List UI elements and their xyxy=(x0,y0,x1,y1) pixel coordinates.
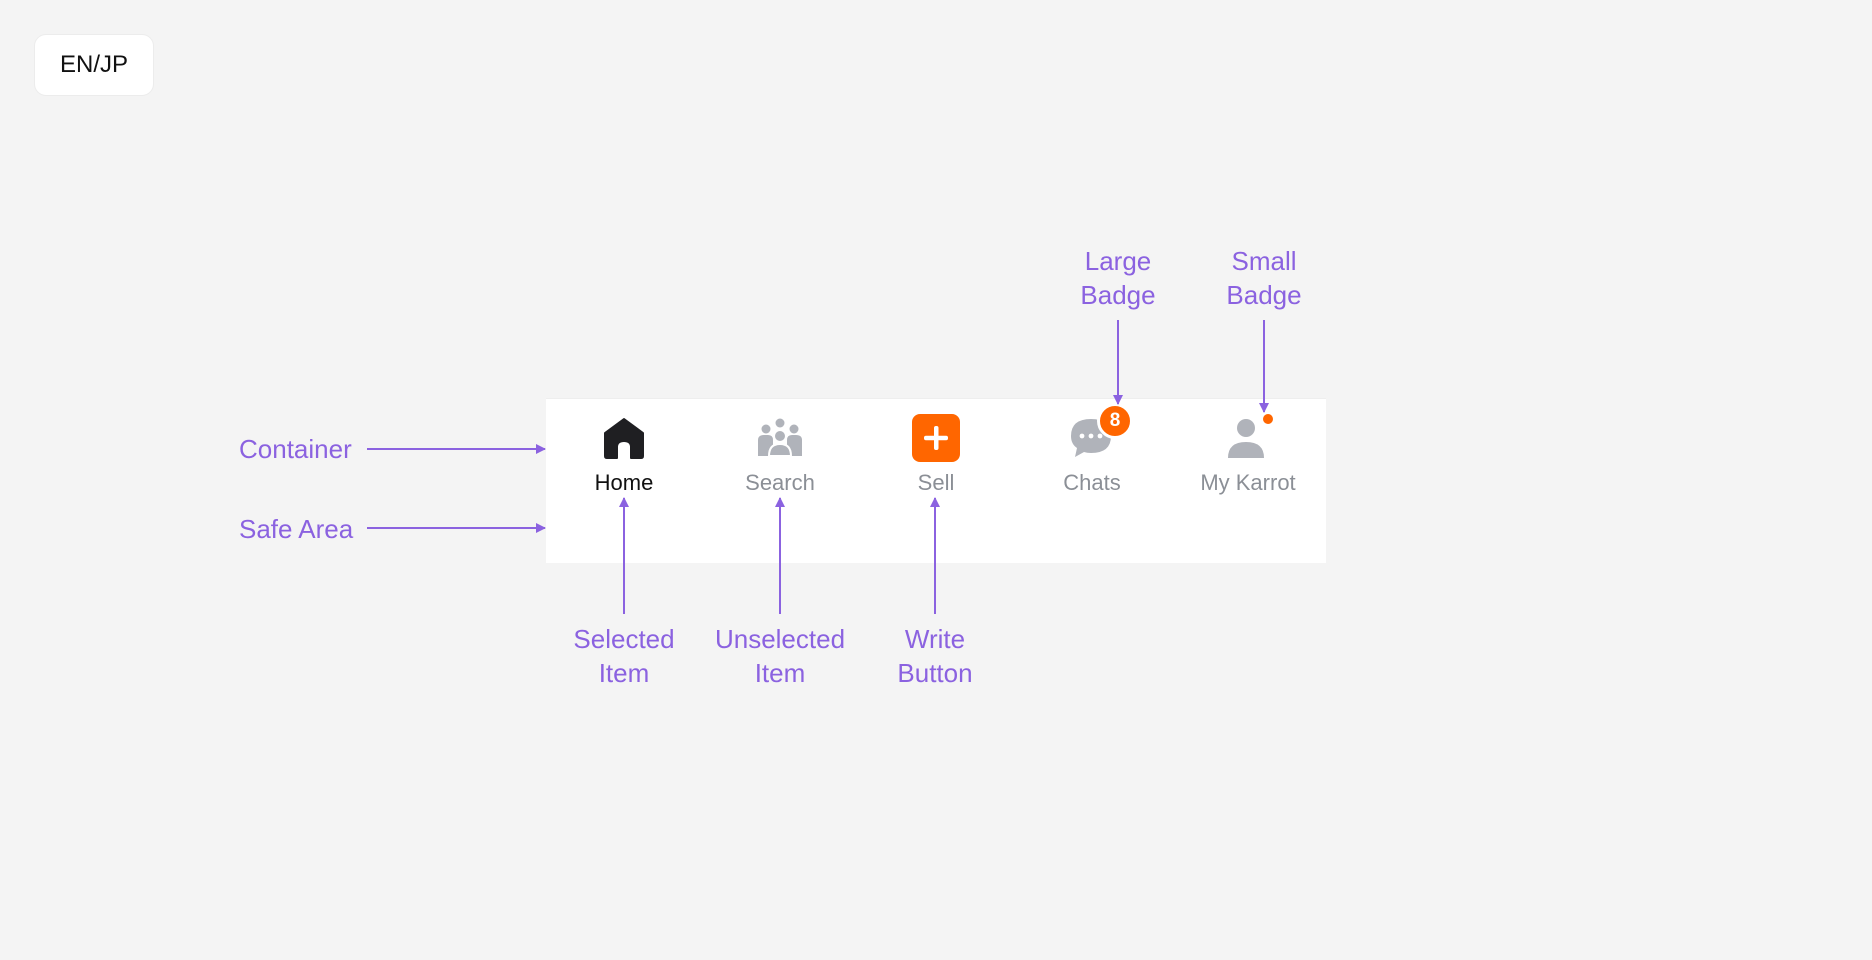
annotation-selected-item-line2: Item xyxy=(598,658,650,688)
tab-label-sell: Sell xyxy=(917,470,955,495)
bottom-tab-bar-container: Home Search Sell 8 Chats My Karrot xyxy=(546,398,1326,563)
tab-label-chats: Chats xyxy=(1063,470,1121,495)
annotation-selected-item-line1: Selected xyxy=(573,624,675,654)
language-toggle-button[interactable]: EN/JP xyxy=(34,34,154,96)
tab-sell-write-button[interactable]: Sell xyxy=(858,399,1014,499)
annotation-write-button: Write Button xyxy=(875,622,995,690)
person-icon xyxy=(1223,411,1276,463)
annotation-unselected-item: Unselected Item xyxy=(700,622,860,690)
annotation-small-badge-line1: Small xyxy=(1231,246,1297,276)
annotation-unselected-item-line1: Unselected xyxy=(714,624,846,654)
tab-label-my-karrot: My Karrot xyxy=(1200,470,1296,495)
annotation-container: Container xyxy=(239,434,352,464)
annotation-small-badge: Small Badge xyxy=(1204,244,1324,312)
people-icon xyxy=(755,413,805,463)
annotation-large-badge: Large Badge xyxy=(1058,244,1178,312)
annotation-large-badge-line2: Badge xyxy=(1080,280,1156,310)
annotation-write-button-line2: Button xyxy=(897,658,973,688)
tab-my-karrot[interactable]: My Karrot xyxy=(1170,399,1326,499)
annotation-write-button-line1: Write xyxy=(904,624,966,654)
annotation-safe-area: Safe Area xyxy=(239,514,354,544)
tab-home[interactable]: Home xyxy=(546,399,702,499)
tab-label-home: Home xyxy=(594,470,654,495)
large-badge: 8 xyxy=(1097,403,1133,439)
home-icon xyxy=(599,413,649,463)
annotation-unselected-item-line2: Item xyxy=(754,658,806,688)
annotation-selected-item: Selected Item xyxy=(564,622,684,690)
annotation-small-badge-line2: Badge xyxy=(1226,280,1302,310)
tab-search[interactable]: Search xyxy=(702,399,858,499)
annotation-large-badge-line1: Large xyxy=(1084,246,1152,276)
plus-icon xyxy=(911,413,961,463)
small-badge xyxy=(1260,411,1276,427)
tab-label-search: Search xyxy=(745,470,815,495)
tab-chats[interactable]: 8 Chats xyxy=(1014,399,1170,499)
chat-bubble-icon: 8 xyxy=(1067,403,1133,463)
